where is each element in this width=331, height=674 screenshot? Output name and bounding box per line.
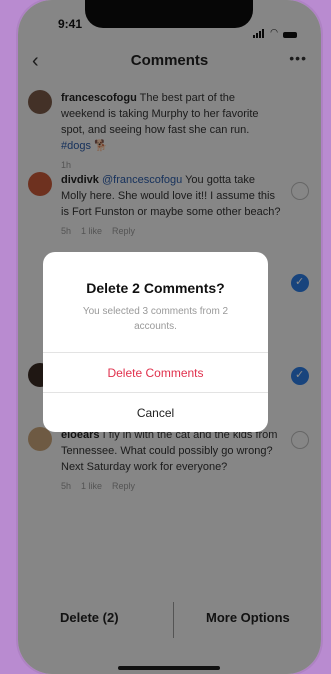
- dialog-title: Delete 2 Comments?: [86, 280, 225, 296]
- delete-confirm-dialog: Delete 2 Comments? You selected 3 commen…: [43, 252, 268, 432]
- home-indicator[interactable]: [118, 666, 220, 670]
- delete-comments-button[interactable]: Delete Comments: [43, 353, 268, 393]
- cancel-button[interactable]: Cancel: [43, 393, 268, 432]
- dialog-message: You selected 3 comments from 2 accounts.: [82, 306, 229, 332]
